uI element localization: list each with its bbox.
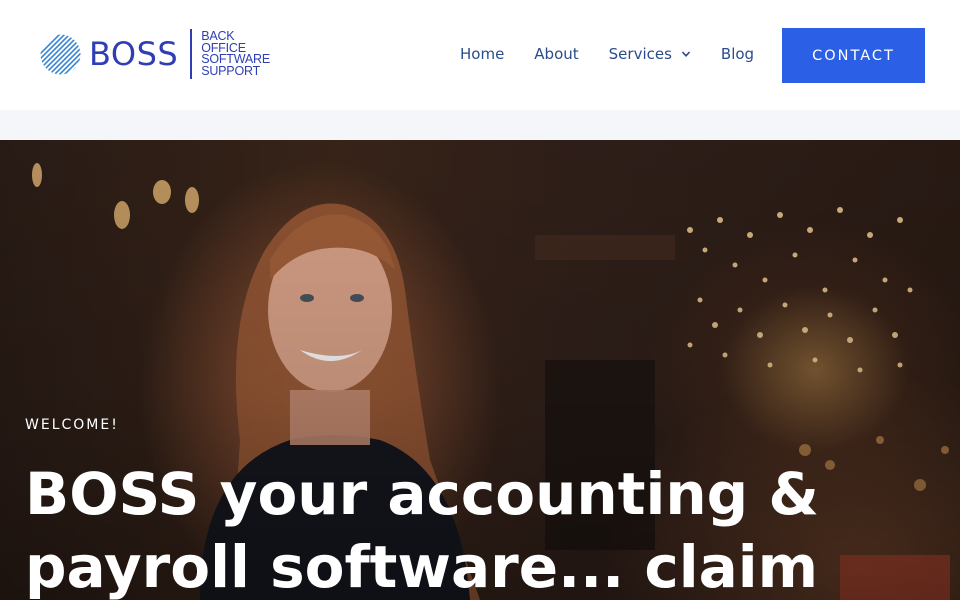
logo-divider	[190, 29, 193, 79]
chevron-down-icon[interactable]	[681, 49, 691, 59]
brand-wordmark: BOSS	[89, 35, 179, 73]
nav-about[interactable]: About	[534, 45, 578, 63]
main-nav: Home About Services Blog	[460, 45, 754, 63]
striped-globe-icon	[40, 34, 81, 74]
hero-section: WELCOME! BOSS your accounting & payroll …	[0, 140, 960, 600]
site-header: BOSS BACK OFFICE SOFTWARE SUPPORT Home A…	[0, 0, 960, 110]
tagline-line: SUPPORT	[201, 63, 261, 78]
nav-home[interactable]: Home	[460, 45, 504, 63]
brand-tagline: BACK OFFICE SOFTWARE SUPPORT	[201, 30, 270, 78]
contact-button[interactable]: CONTACT	[782, 28, 925, 83]
nav-blog[interactable]: Blog	[721, 45, 754, 63]
nav-services[interactable]: Services	[609, 45, 691, 63]
brand-logo[interactable]: BOSS BACK OFFICE SOFTWARE SUPPORT	[40, 27, 270, 81]
hero-eyebrow: WELCOME!	[25, 417, 119, 433]
nav-services-label: Services	[608, 45, 672, 63]
hero-headline: BOSS your accounting & payroll software.…	[25, 460, 819, 600]
header-subbar	[0, 110, 960, 140]
